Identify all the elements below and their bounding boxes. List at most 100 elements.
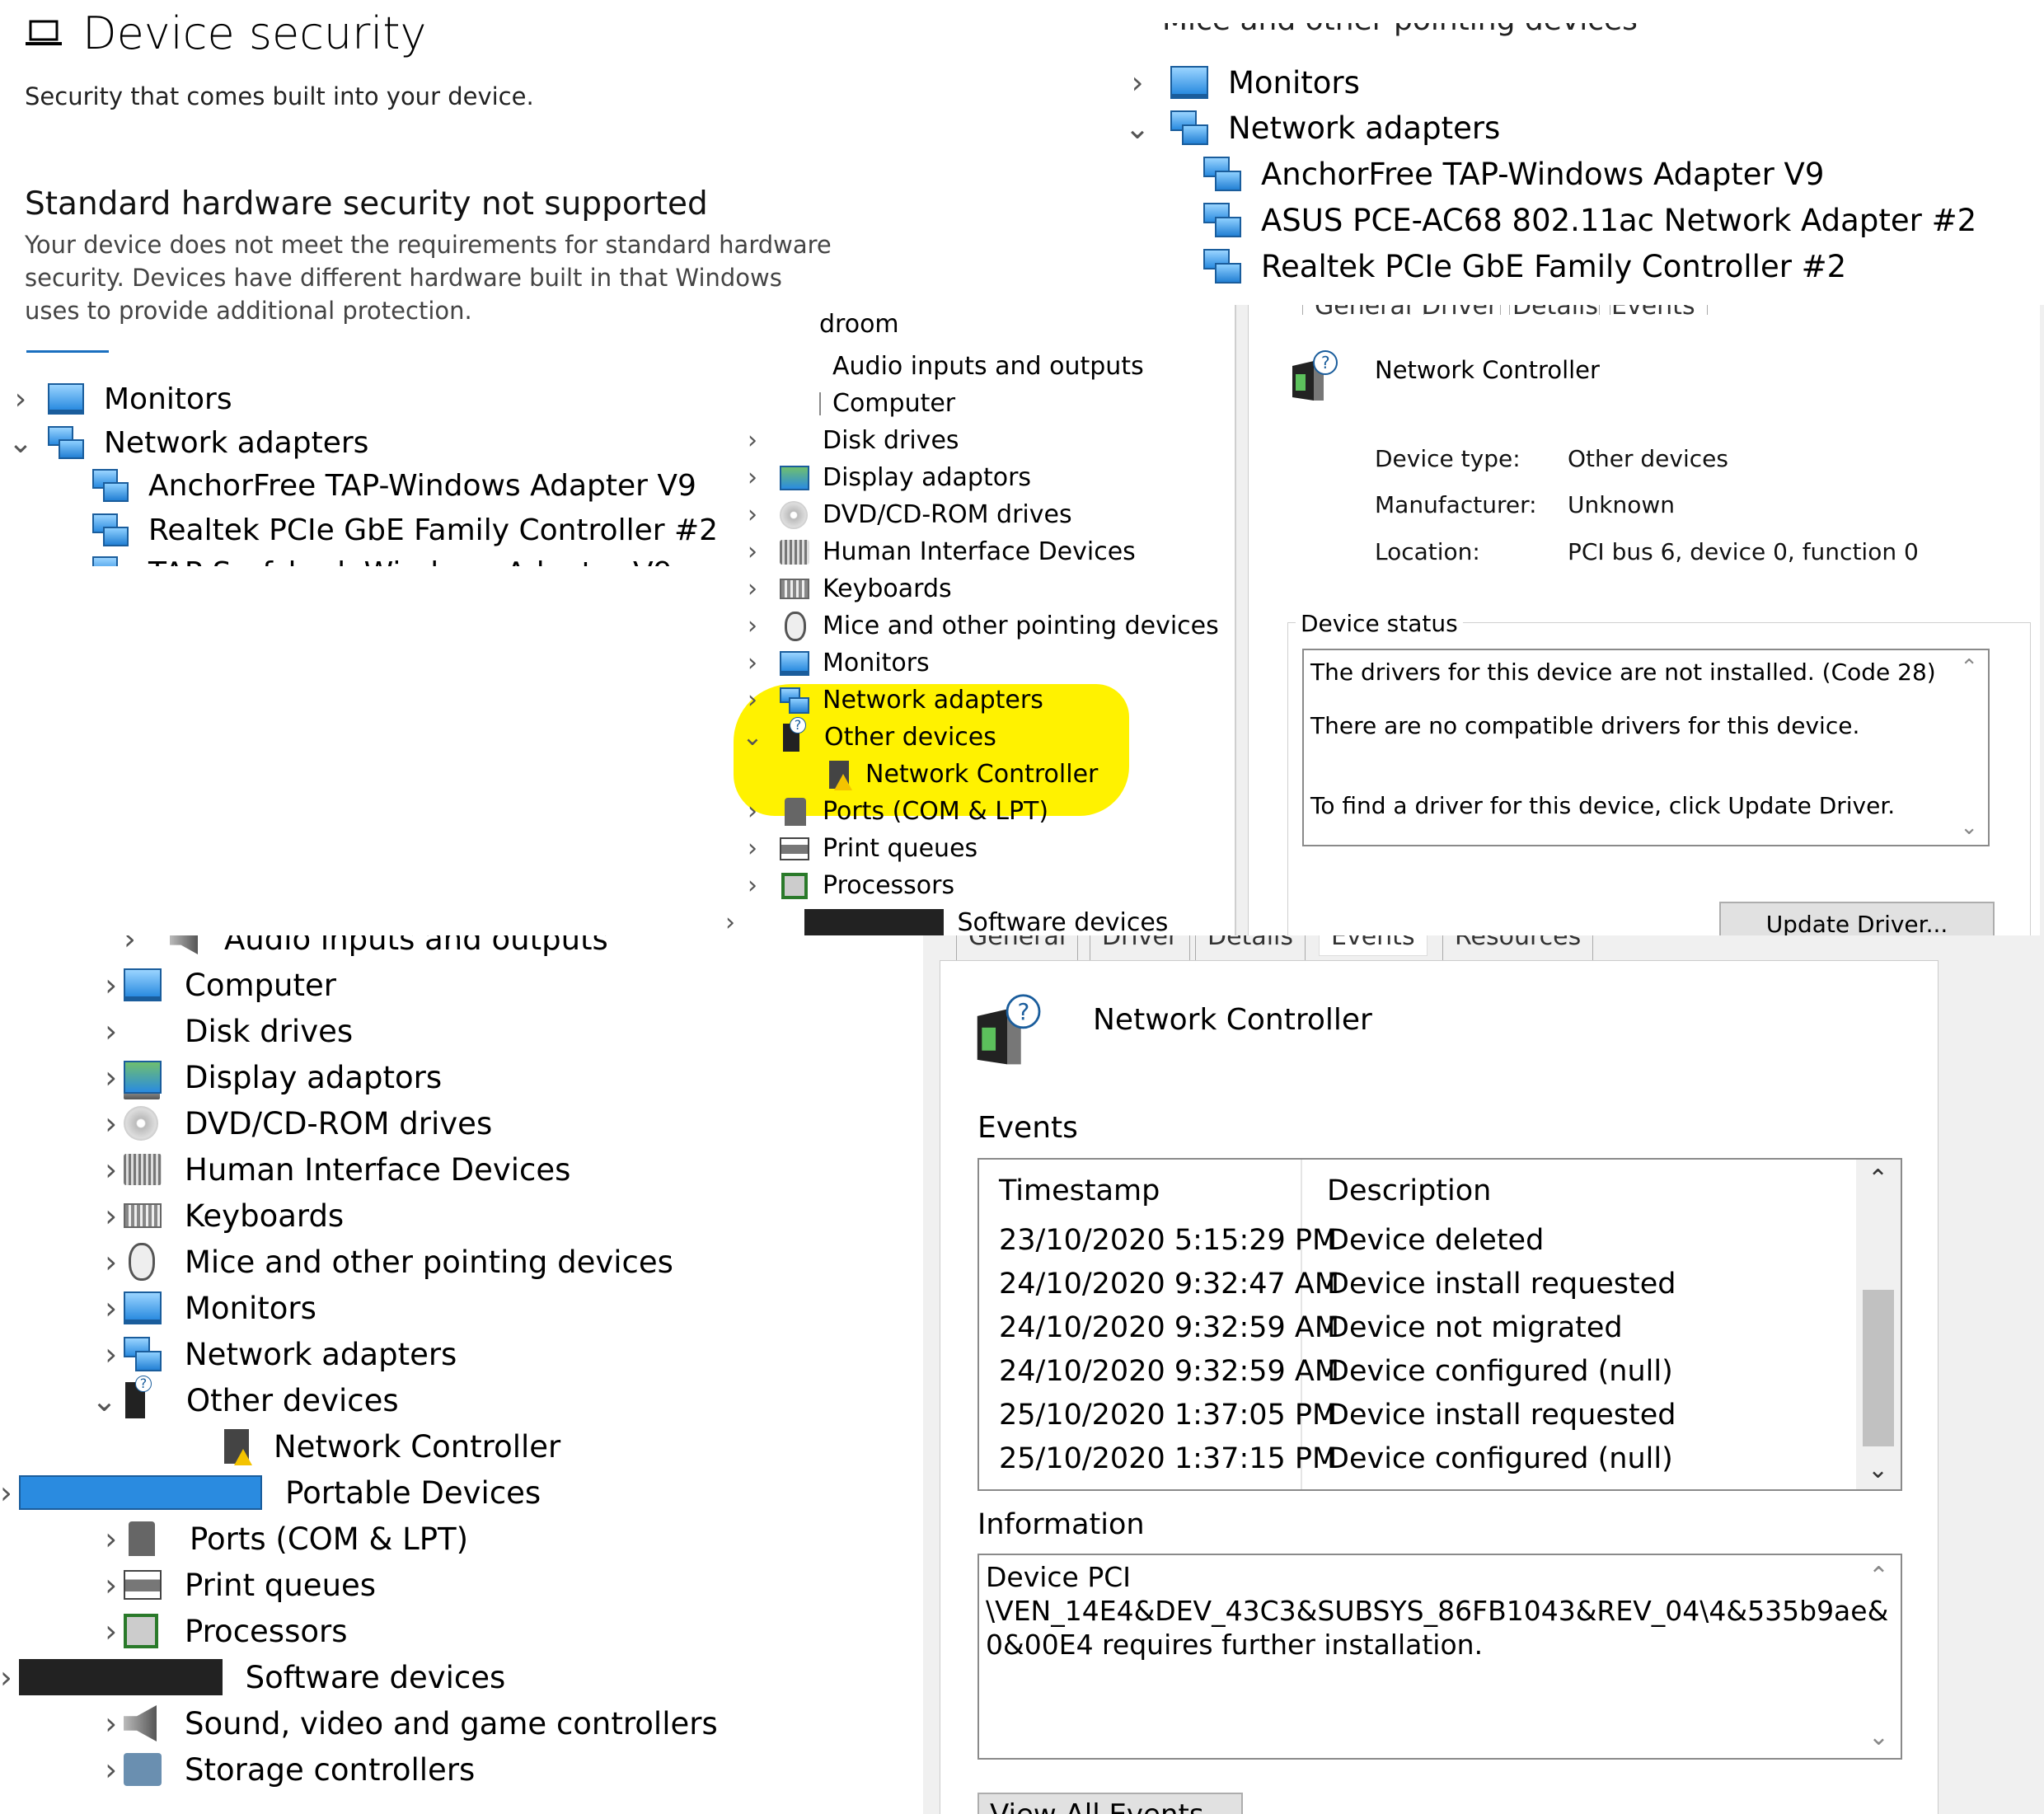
tree-item-anchorfree[interactable]: AnchorFree TAP-Windows Adapter V9 bbox=[92, 464, 696, 507]
chevron-right-icon[interactable]: › bbox=[725, 908, 735, 935]
chevron-right-icon[interactable]: › bbox=[0, 1521, 145, 1557]
tree-item-monitors[interactable]: › Monitors bbox=[0, 377, 232, 420]
tree-item-audio[interactable]: › Audio inputs and outputs bbox=[124, 935, 608, 960]
scroll-down-icon[interactable]: ⌄ bbox=[1868, 1455, 1888, 1484]
tab-events[interactable]: Events bbox=[1319, 935, 1428, 956]
chevron-right-icon[interactable]: › bbox=[0, 1706, 145, 1741]
events-table[interactable]: Timestamp Description 23/10/2020 5:15:29… bbox=[977, 1158, 1902, 1491]
chevron-right-icon[interactable]: › bbox=[0, 382, 41, 416]
table-row[interactable]: 24/10/2020 9:32:47 AM Device install requ… bbox=[979, 1268, 1853, 1311]
chevron-right-icon[interactable]: › bbox=[725, 500, 780, 529]
scroll-up-icon[interactable]: ⌃ bbox=[1960, 655, 1978, 680]
tree-item-display-adaptors[interactable]: › Display adaptors bbox=[0, 1054, 442, 1100]
chevron-down-icon[interactable]: ⌄ bbox=[1104, 110, 1170, 146]
tree-item-network-adapters[interactable]: › Network adapters bbox=[0, 1331, 457, 1377]
tree-item-realtek[interactable]: Realtek PCIe GbE Family Controller #2 bbox=[92, 509, 718, 551]
table-row[interactable]: 24/10/2020 9:32:59 AM Device configured (… bbox=[979, 1355, 1853, 1399]
tree-item-dvd[interactable]: › DVD/CD-ROM drives bbox=[725, 496, 1072, 533]
manufacturer-value: Unknown bbox=[1568, 491, 1675, 518]
column-header-timestamp[interactable]: Timestamp bbox=[999, 1174, 1160, 1207]
tab-events[interactable]: Events bbox=[1599, 305, 1708, 315]
tree-item-print-queues[interactable]: › Print queues bbox=[0, 1562, 376, 1608]
scrollbar[interactable]: ⌃ ⌄ bbox=[1856, 1160, 1901, 1489]
tree-item-computer[interactable]: › Computer bbox=[0, 962, 336, 1008]
tree-item-display-adaptors[interactable]: › Display adaptors bbox=[725, 459, 1031, 496]
chevron-right-icon[interactable]: › bbox=[725, 574, 780, 603]
tree-item-hid[interactable]: › Human Interface Devices bbox=[725, 533, 1136, 570]
chevron-right-icon[interactable]: › bbox=[725, 871, 780, 900]
tree-item-dvd[interactable]: › DVD/CD-ROM drives bbox=[0, 1100, 492, 1146]
tree-item-disk-drives[interactable]: › Disk drives bbox=[0, 1008, 353, 1100]
tab-details[interactable]: Details bbox=[1195, 935, 1306, 960]
update-driver-button[interactable]: Update Driver... bbox=[1719, 902, 1995, 935]
tree-item-anchorfree[interactable]: AnchorFree TAP-Windows Adapter V9 bbox=[1203, 151, 1824, 197]
device-security-title: Device security bbox=[25, 0, 426, 66]
tree-item-network-adapters[interactable]: › Network adapters bbox=[725, 682, 1043, 719]
chevron-right-icon[interactable]: › bbox=[725, 649, 780, 677]
tree-item-keyboards[interactable]: › Keyboards bbox=[725, 570, 952, 607]
tree-item-computer[interactable]: Computer bbox=[819, 385, 955, 422]
tab-general[interactable]: General bbox=[956, 935, 1079, 960]
chevron-right-icon[interactable]: › bbox=[0, 1014, 145, 1049]
tab-driver[interactable]: Driver bbox=[1409, 305, 1511, 315]
scrollbar-thumb[interactable] bbox=[1863, 1290, 1894, 1446]
tab-driver[interactable]: Driver bbox=[1090, 935, 1191, 960]
chevron-right-icon[interactable]: › bbox=[725, 463, 780, 492]
tree-item-asus[interactable]: ASUS PCE-AC68 802.11ac Network Adapter #… bbox=[1203, 197, 1976, 243]
chevron-right-icon[interactable]: › bbox=[1104, 65, 1170, 101]
tree-item-ports[interactable]: › Ports (COM & LPT) bbox=[0, 1516, 468, 1562]
tree-item-network-adapters[interactable]: ⌄ Network adapters bbox=[1104, 105, 1500, 151]
scroll-down-icon[interactable]: ⌄ bbox=[1960, 815, 1978, 840]
tree-item-monitors[interactable]: › Monitors bbox=[0, 1285, 316, 1331]
tree-item-other-devices[interactable]: ⌄ Other devices bbox=[725, 716, 996, 756]
chevron-down-icon[interactable]: ⌄ bbox=[725, 723, 780, 752]
tree-item-monitors[interactable]: › Monitors bbox=[1104, 59, 1360, 105]
table-row[interactable]: 24/10/2020 9:32:59 AM Device not migrated bbox=[979, 1311, 1853, 1355]
chevron-right-icon[interactable]: › bbox=[725, 834, 780, 863]
tree-item-mice[interactable]: › Mice and other pointing devices bbox=[725, 607, 1219, 645]
tree-item-portable-devices[interactable]: › Portable Devices bbox=[0, 1469, 541, 1516]
device-status-textbox[interactable]: The drivers for this device are not inst… bbox=[1302, 649, 1990, 846]
tree-item-other-devices[interactable]: ⌄ Other devices bbox=[0, 1376, 399, 1423]
scroll-up-icon[interactable]: ⌃ bbox=[1868, 1165, 1888, 1193]
tree-item-audio[interactable]: Audio inputs and outputs bbox=[832, 348, 1144, 385]
chevron-right-icon[interactable]: › bbox=[725, 426, 780, 455]
scroll-down-icon[interactable]: ⌄ bbox=[1868, 1723, 1889, 1751]
information-textbox[interactable]: Device PCI \VEN_14E4&DEV_43C3&SUBSYS_86F… bbox=[977, 1554, 1902, 1760]
tree-item-print-queues[interactable]: › Print queues bbox=[725, 830, 977, 867]
tree-item-software-devices[interactable]: › Software devices bbox=[0, 1654, 505, 1700]
tree-item-hid[interactable]: › Human Interface Devices bbox=[0, 1146, 570, 1193]
location-label: Location: bbox=[1375, 538, 1480, 565]
tree-item-realtek[interactable]: Realtek PCIe GbE Family Controller #2 bbox=[1203, 243, 1846, 289]
column-header-description[interactable]: Description bbox=[1327, 1174, 1491, 1207]
tree-item-processors[interactable]: › Processors bbox=[0, 1608, 347, 1654]
chevron-right-icon[interactable]: › bbox=[725, 612, 780, 640]
chevron-right-icon[interactable]: › bbox=[0, 1244, 145, 1280]
tree-item-storage[interactable]: › Storage controllers bbox=[0, 1746, 475, 1793]
scroll-up-icon[interactable]: ⌃ bbox=[1868, 1562, 1889, 1591]
tree-item-network-controller[interactable]: Network Controller bbox=[224, 1423, 560, 1469]
tree-item-sound[interactable]: › Sound, video and game controllers bbox=[0, 1700, 718, 1746]
tree-item-processors[interactable]: › Processors bbox=[725, 867, 954, 904]
tree-item-disk-drives[interactable]: › Disk drives bbox=[725, 422, 959, 487]
chevron-down-icon[interactable]: ⌄ bbox=[0, 426, 41, 460]
chevron-right-icon[interactable]: › bbox=[725, 797, 780, 826]
chevron-right-icon[interactable]: › bbox=[725, 686, 780, 715]
tree-item-network-adapters[interactable]: ⌄ Network adapters bbox=[0, 421, 369, 464]
table-row[interactable]: 25/10/2020 1:37:15 PM Device configured (… bbox=[979, 1442, 1853, 1486]
tab-details[interactable]: Details bbox=[1500, 305, 1611, 315]
tree-item-software-devices[interactable]: › Software devices bbox=[725, 904, 1168, 935]
tree-item-mice[interactable]: › Mice and other pointing devices bbox=[0, 1239, 673, 1285]
view-all-events-button[interactable]: View All Events... bbox=[977, 1793, 1243, 1814]
tree-item-network-controller[interactable]: Network Controller bbox=[829, 756, 1098, 793]
tab-resources[interactable]: Resources bbox=[1442, 935, 1594, 960]
chevron-right-icon[interactable]: › bbox=[725, 537, 780, 566]
chevron-down-icon[interactable]: ⌄ bbox=[0, 1383, 145, 1418]
tree-item-monitors[interactable]: › Monitors bbox=[725, 645, 930, 682]
table-row[interactable]: 25/10/2020 1:37:05 PM Device install requ… bbox=[979, 1399, 1853, 1442]
table-row[interactable]: 23/10/2020 5:15:29 PM Device deleted bbox=[979, 1224, 1853, 1268]
tab-general[interactable]: General bbox=[1302, 305, 1425, 315]
tree-item-ports[interactable]: › Ports (COM & LPT) bbox=[725, 793, 1048, 830]
tree-item-surfshark[interactable]: TAP-Surfshark Windows Adapter V9 bbox=[92, 551, 673, 566]
tree-item-keyboards[interactable]: › Keyboards bbox=[0, 1193, 344, 1239]
